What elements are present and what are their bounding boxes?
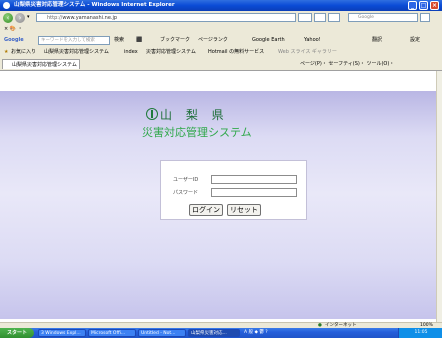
google-search-input[interactable]: キーワードを入力して検索 — [38, 36, 110, 45]
google-toolbar-item[interactable]: Google Earth — [252, 34, 285, 47]
maximize-button[interactable]: □ — [419, 1, 428, 10]
reset-button[interactable]: リセット — [227, 204, 261, 216]
url-scheme: http:// — [47, 15, 63, 21]
user-id-label: ユーザーID — [173, 177, 199, 183]
google-toolbar: Google キーワードを入力して検索 検索 ⬛ ブックマーク ページランク G… — [0, 34, 442, 48]
google-toolbar-item[interactable]: 翻訳 — [372, 34, 382, 47]
user-id-input[interactable] — [211, 175, 297, 184]
tab-row: 山梨県災害対応管理システム ページ(P)・ セーフティ(S)・ ツール(O)・ — [0, 58, 442, 71]
google-toolbar-item[interactable]: Yahoo! — [304, 34, 321, 47]
language-bar[interactable]: A 般 ◆ 鬱 ? — [244, 328, 268, 338]
system-title: 災害対応管理システム — [142, 126, 252, 139]
favorite-link[interactable]: 災害対応管理システム — [146, 47, 196, 58]
tab-active[interactable]: 山梨県災害対応管理システム — [2, 59, 80, 69]
favorites-star-icon[interactable]: ★ — [4, 47, 8, 58]
favorites-label[interactable]: お気に入り — [11, 47, 36, 58]
search-go-icon[interactable] — [420, 13, 430, 22]
favorite-link[interactable]: Hotmail の無料サービス — [208, 47, 264, 58]
history-dropdown-icon[interactable]: ▾ — [27, 14, 30, 20]
prefecture-emblem-icon — [146, 108, 158, 120]
ie-icon — [3, 2, 10, 9]
address-go-icon[interactable] — [298, 13, 312, 22]
close-button[interactable]: × — [430, 1, 439, 10]
command-bar[interactable]: ページ(P)・ セーフティ(S)・ ツール(O)・ — [300, 59, 394, 69]
google-toolbar-item[interactable]: ページランク — [198, 34, 228, 47]
menu-row-text[interactable]: × 🎨 ・ — [4, 25, 23, 34]
url-host: www.yamanashi.ne.jp — [62, 15, 118, 21]
google-toolbar-item[interactable]: 設定 — [410, 34, 420, 47]
taskbar-item-active[interactable]: 山梨県災害対応... — [188, 329, 240, 337]
favorite-link[interactable]: Web スライス ギャラリー — [278, 47, 337, 58]
system-tray: 11:05 — [398, 328, 442, 338]
clock[interactable]: 11:05 — [415, 330, 428, 335]
prefecture-name: 山 梨 県 — [160, 108, 229, 122]
login-form: ユーザーID パスワード ログイン リセット — [160, 160, 307, 220]
favorite-link[interactable]: index — [124, 47, 138, 58]
password-input[interactable] — [211, 188, 297, 197]
taskbar-item[interactable]: 3 Windows Expl... — [38, 329, 86, 337]
password-label: パスワード — [173, 190, 199, 196]
windows-taskbar: スタート 3 Windows Expl... Microsoft Offi...… — [0, 328, 442, 338]
address-input[interactable]: http://www.yamanashi.ne.jp — [36, 13, 296, 22]
back-button[interactable]: ‹ — [3, 13, 13, 23]
login-button[interactable]: ログイン — [189, 204, 223, 216]
google-toolbar-item[interactable]: ⬛ — [136, 34, 142, 47]
forward-button[interactable]: › — [15, 13, 25, 23]
start-button[interactable]: スタート — [0, 328, 34, 338]
google-toolbar-item[interactable]: ブックマーク — [160, 34, 190, 47]
window-titlebar: 山梨県災害対応管理システム - Windows Internet Explore… — [0, 0, 442, 11]
stop-button[interactable] — [328, 13, 340, 22]
refresh-button[interactable] — [314, 13, 326, 22]
address-bar-row: ‹ › ▾ http://www.yamanashi.ne.jp Google — [0, 11, 442, 25]
ie-search-input[interactable]: Google — [348, 13, 418, 22]
minimize-button[interactable]: _ — [408, 1, 417, 10]
taskbar-item[interactable]: Microsoft Offi... — [88, 329, 136, 337]
window-title: 山梨県災害対応管理システム - Windows Internet Explore… — [14, 2, 175, 8]
google-search-button[interactable]: 検索 — [114, 34, 124, 47]
menu-row: × 🎨 ・ — [0, 25, 442, 34]
google-logo: Google — [4, 37, 24, 43]
favorite-link[interactable]: 山梨県災害対応管理システム — [44, 47, 109, 58]
taskbar-item[interactable]: Untitled - Not... — [138, 329, 186, 337]
vertical-scrollbar[interactable] — [436, 71, 442, 322]
